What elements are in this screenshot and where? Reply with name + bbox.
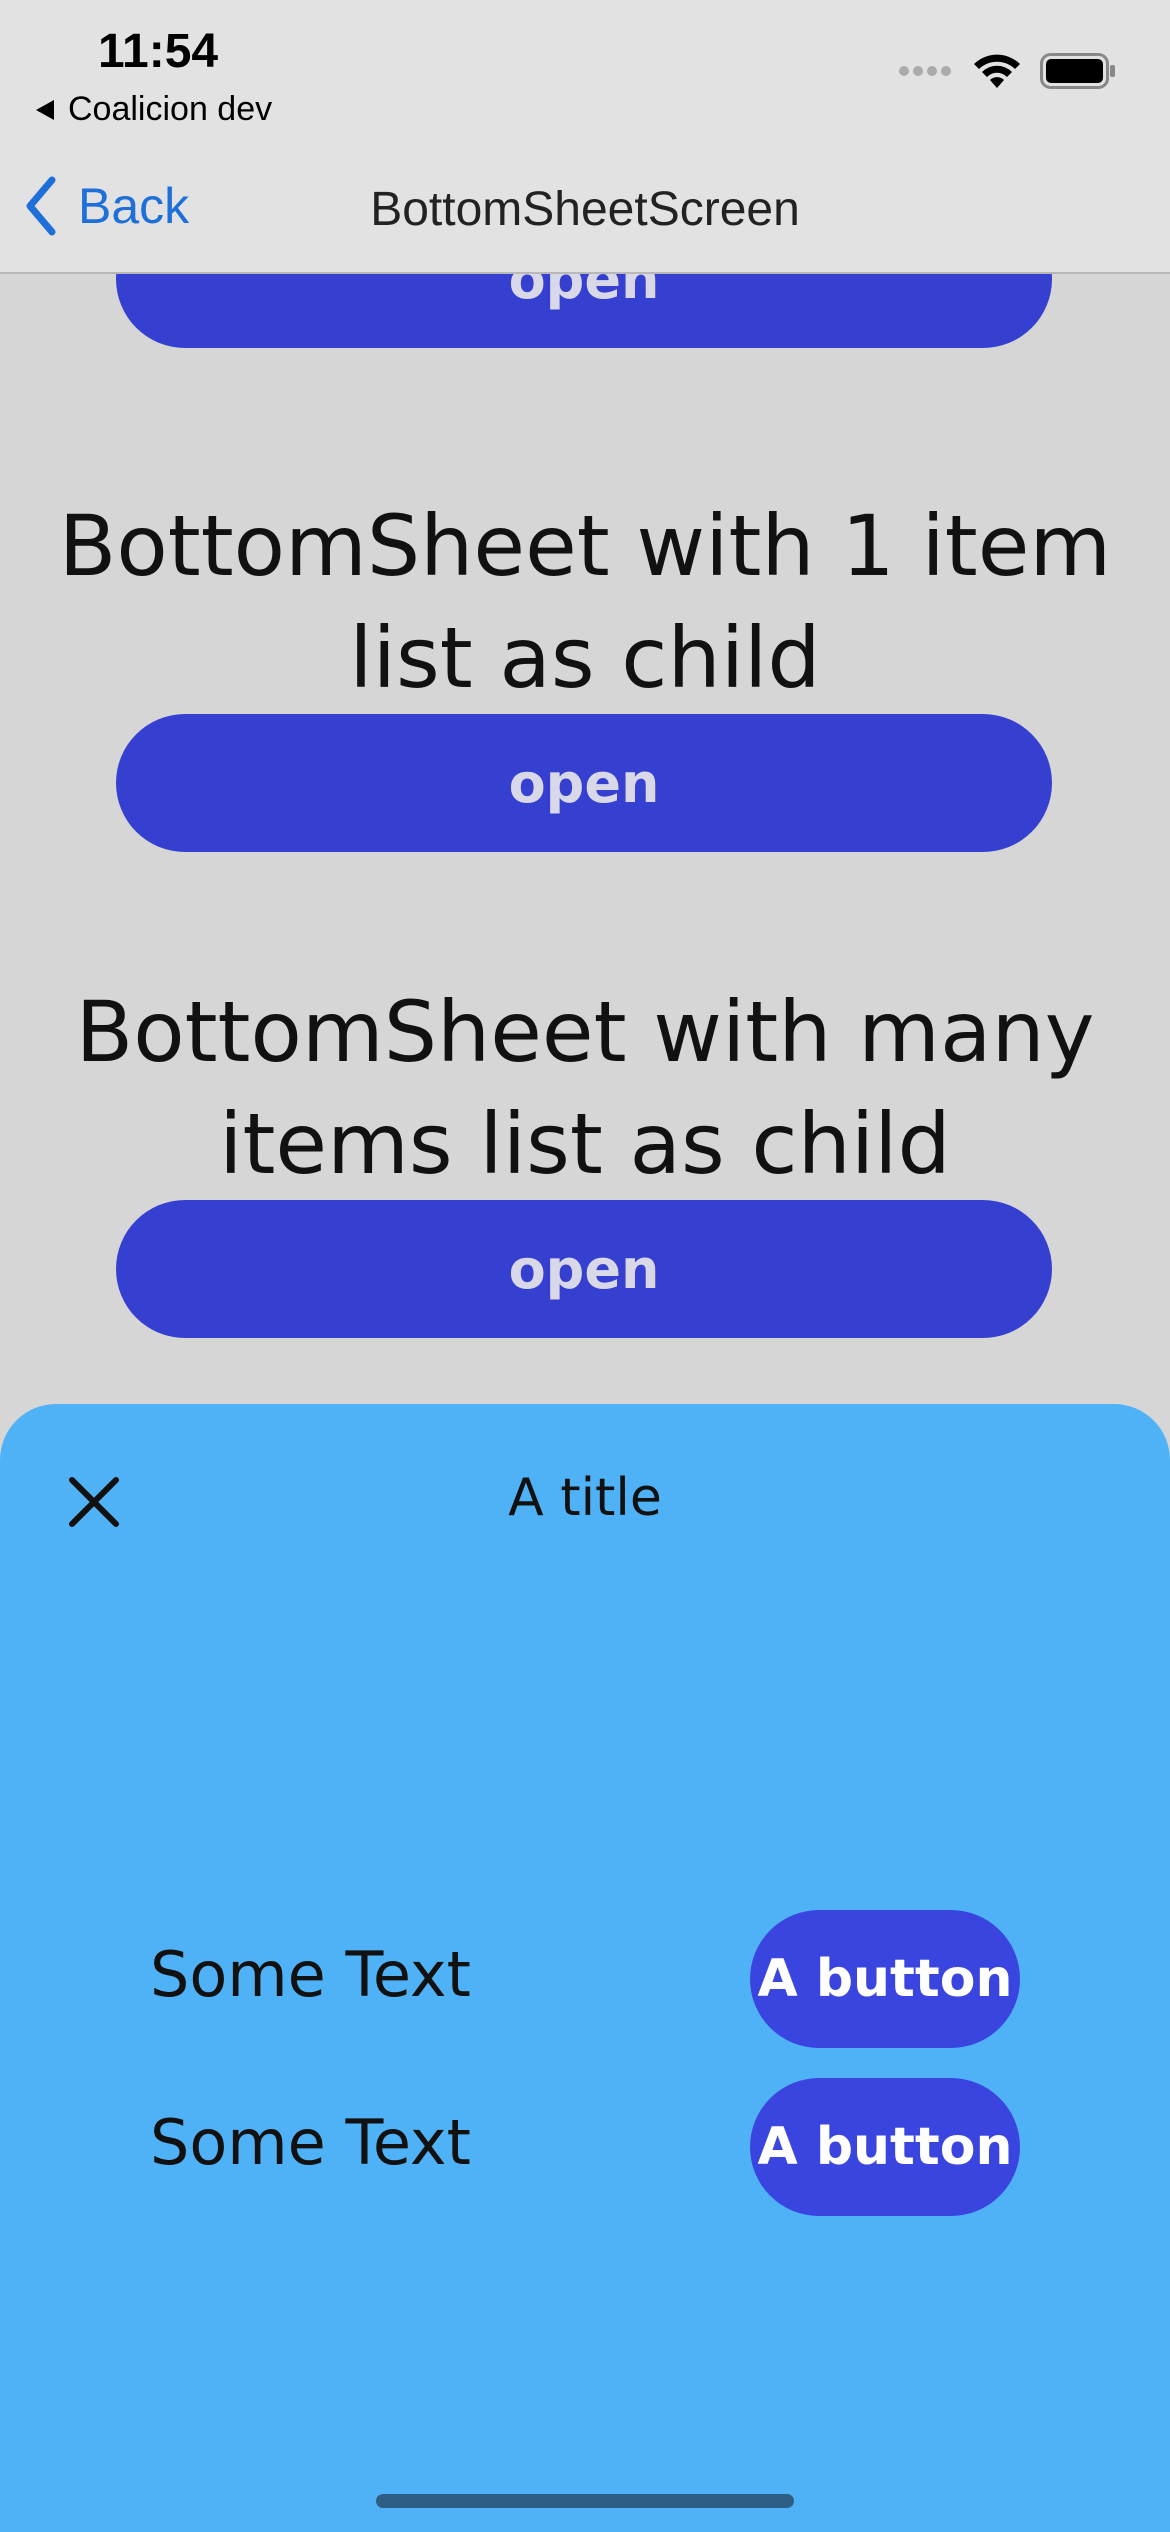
open-button-one-item[interactable]: open xyxy=(116,714,1052,852)
navigation-bar: Back BottomSheetScreen xyxy=(0,140,1170,274)
back-triangle-icon xyxy=(36,99,54,120)
sheet-row: Some Text A button xyxy=(150,1910,1020,2048)
content-scroll[interactable]: open BottomSheet with 1 item list as chi… xyxy=(0,274,1170,1404)
bottom-sheet: A title Some Text A button Some Text A b… xyxy=(0,1404,1170,2532)
battery-icon xyxy=(1040,53,1115,89)
wifi-icon xyxy=(974,54,1020,88)
status-icons xyxy=(898,52,1116,90)
signal-icon xyxy=(899,66,951,76)
open-button-many-items[interactable]: open xyxy=(116,1200,1052,1338)
nav-title: BottomSheetScreen xyxy=(370,183,800,236)
open-button-partial[interactable]: open xyxy=(116,274,1052,348)
sheet-row-text: Some Text xyxy=(150,2106,471,2179)
section-title-line: items list as child xyxy=(219,1095,951,1193)
sheet-title: A title xyxy=(508,1468,662,1528)
status-back-to-app[interactable]: Coalicion dev xyxy=(36,90,272,129)
screen: 11:54 Coalicion dev Back BottomSheetScre… xyxy=(0,0,1170,2532)
sheet-row-button[interactable]: A button xyxy=(750,2078,1020,2216)
section-title-many-items: BottomSheet with many items list as chil… xyxy=(0,976,1170,1200)
section-title-one-item: BottomSheet with 1 item list as child xyxy=(0,490,1170,714)
status-back-app-label: Coalicion dev xyxy=(68,90,273,128)
home-indicator[interactable] xyxy=(376,2494,794,2508)
section-title-line: BottomSheet with 1 item xyxy=(58,497,1112,595)
sheet-row-text: Some Text xyxy=(150,1938,471,2011)
sheet-row-button[interactable]: A button xyxy=(750,1910,1020,2048)
status-time: 11:54 xyxy=(98,25,219,78)
section-title-line: list as child xyxy=(349,609,821,707)
status-bar: 11:54 Coalicion dev xyxy=(0,0,1170,140)
sheet-row: Some Text A button xyxy=(150,2078,1020,2216)
section-title-line: BottomSheet with many xyxy=(75,983,1095,1081)
